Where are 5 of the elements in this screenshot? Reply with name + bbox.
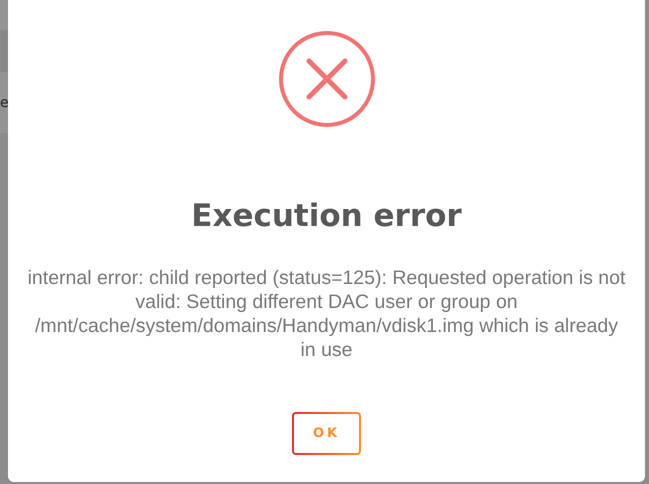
ok-button[interactable]: OK xyxy=(292,412,361,455)
error-icon xyxy=(278,30,376,128)
dialog-title: Execution error xyxy=(191,197,462,236)
background-text: e xyxy=(0,94,8,110)
error-message: internal error: child reported (status=125): Requested operation is not valid: Setting different DAC user or group on /mnt/cache/system/domains/Handyman/vdisk1.img which is already in use xyxy=(26,266,626,362)
